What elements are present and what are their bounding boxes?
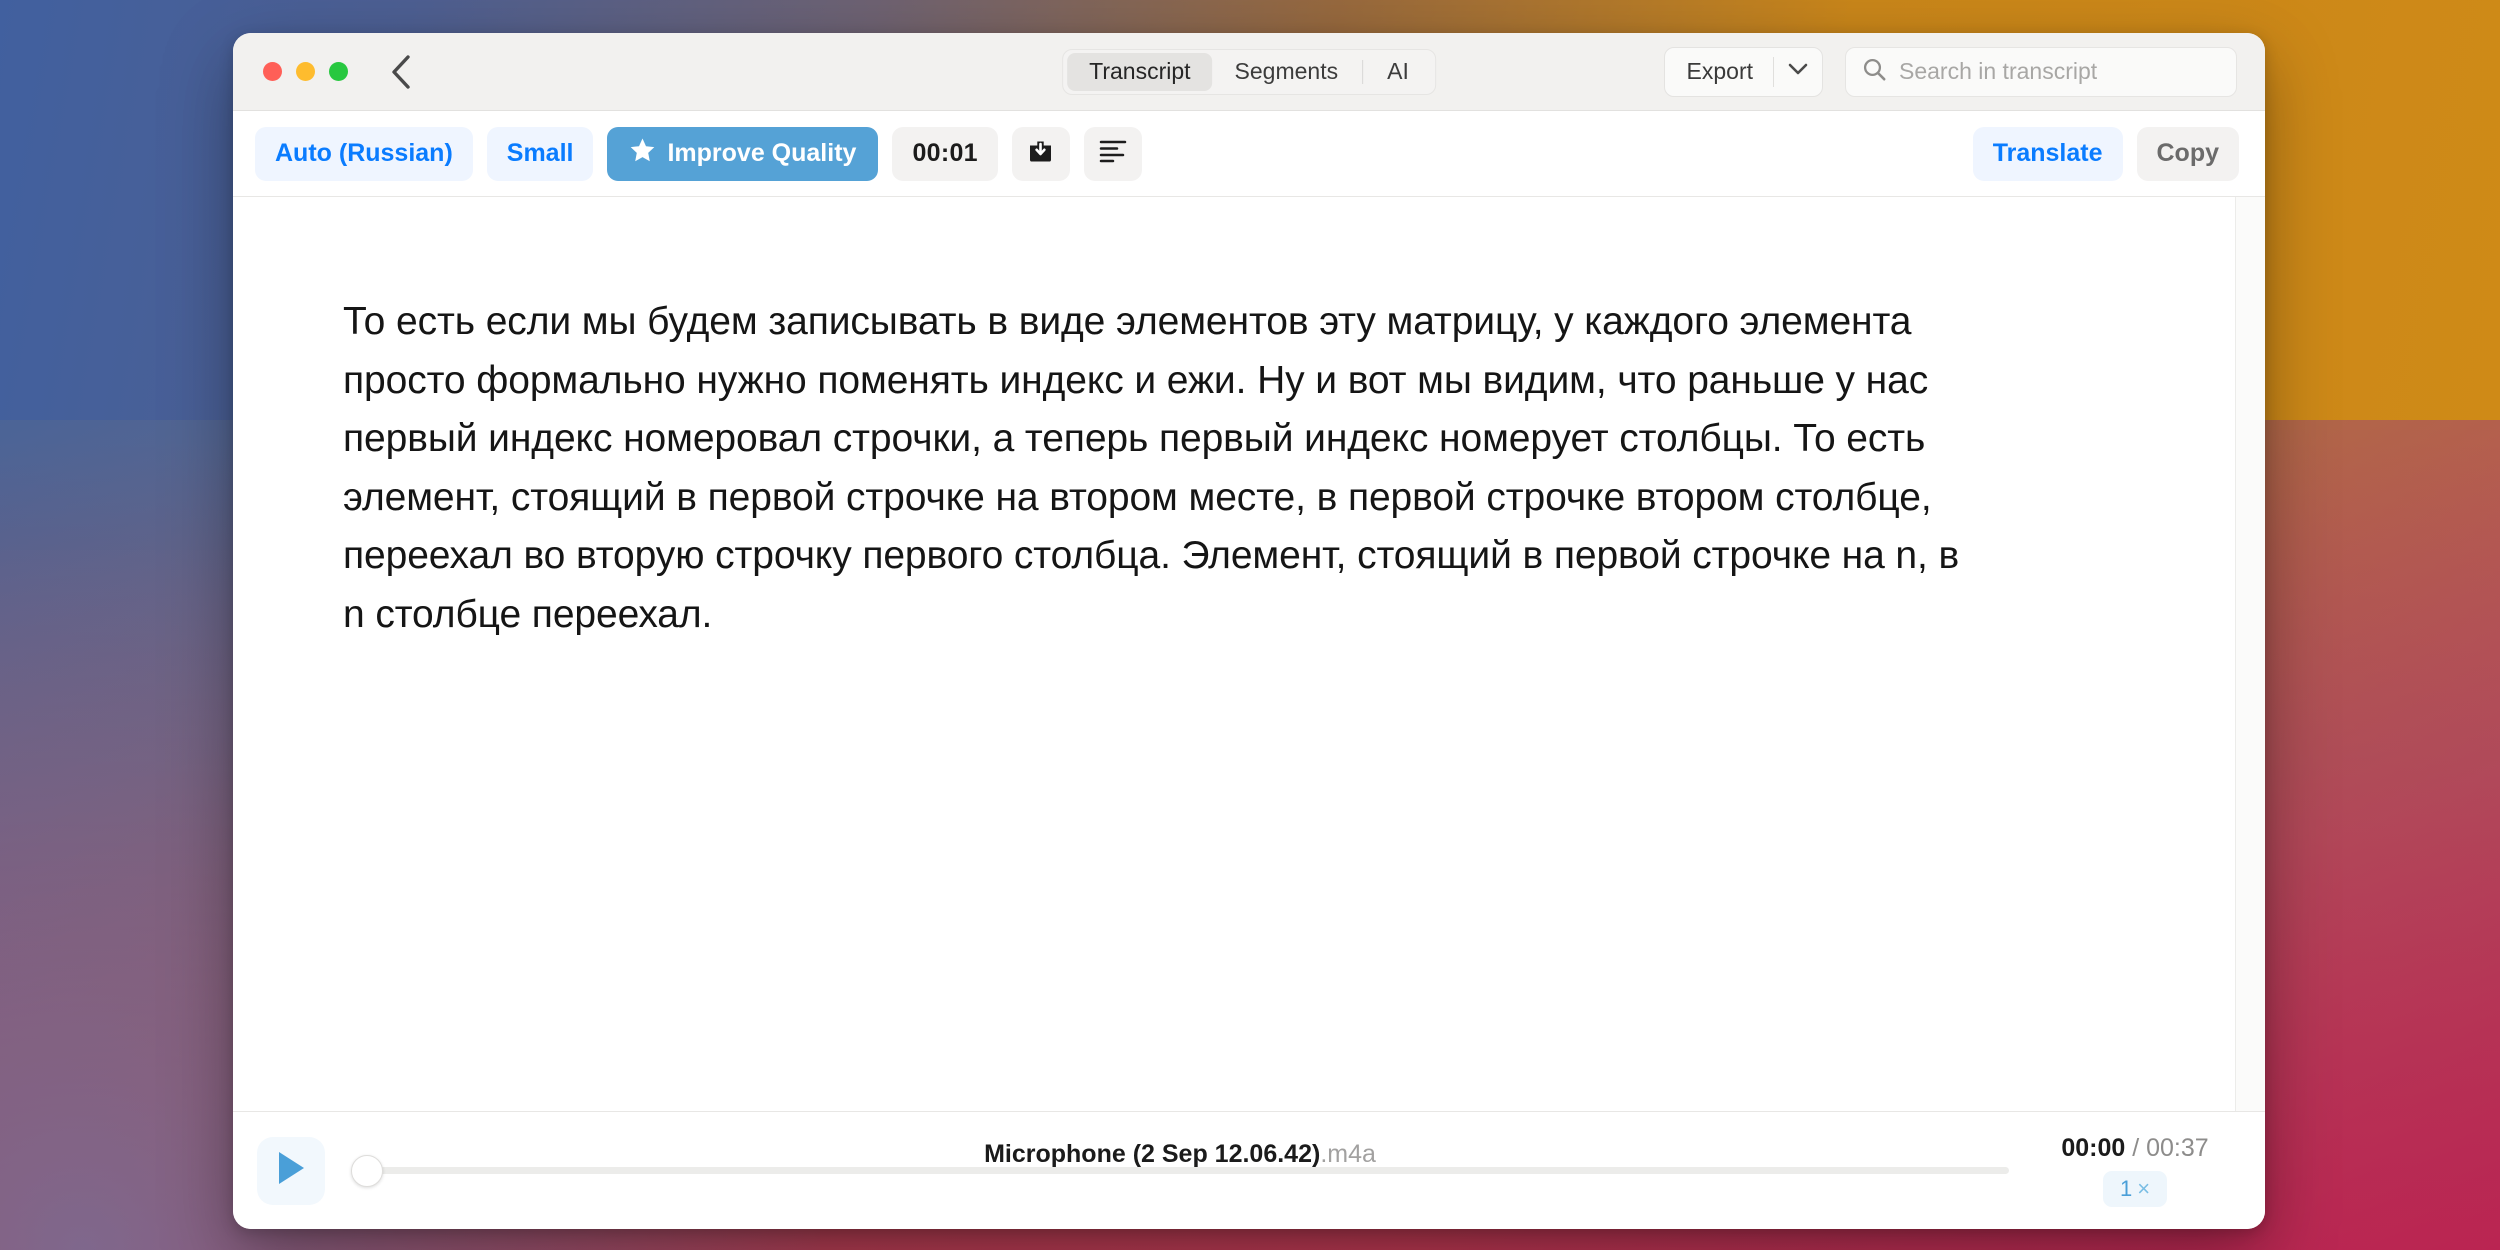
elapsed-time-badge: 00:01 bbox=[892, 126, 998, 181]
time-separator: / bbox=[2132, 1134, 2140, 1162]
transcript-scroll-region[interactable]: То есть если мы будем записывать в виде … bbox=[233, 197, 2235, 1111]
back-button[interactable] bbox=[384, 52, 418, 92]
search-icon bbox=[1862, 57, 1887, 87]
playback-speed-button[interactable]: 1 × bbox=[2102, 1171, 2168, 1207]
play-icon bbox=[274, 1149, 308, 1192]
model-size-button-label: Small bbox=[506, 139, 574, 167]
download-to-box-icon bbox=[1026, 137, 1055, 171]
player-time-block: 00:00 / 00:37 1 × bbox=[2031, 1134, 2239, 1207]
transcript-body-text[interactable]: То есть если мы будем записывать в виде … bbox=[343, 293, 1983, 644]
total-time: 00:37 bbox=[2146, 1134, 2209, 1162]
export-button-label: Export bbox=[1686, 58, 1753, 84]
tab-ai-label: AI bbox=[1387, 58, 1409, 84]
transcript-panel: То есть если мы будем записывать в виде … bbox=[233, 197, 2265, 1111]
desktop-background: Transcript Segments AI Export Search in … bbox=[0, 0, 2500, 1250]
toolbar-right-actions: Translate Copy bbox=[1972, 126, 2239, 181]
track-filename: Microphone (2 Sep 12.06.42).m4a bbox=[984, 1140, 1376, 1169]
tab-transcript-label: Transcript bbox=[1089, 58, 1191, 84]
track-filename-base: Microphone (2 Sep 12.06.42) bbox=[984, 1139, 1321, 1168]
tab-ai[interactable]: AI bbox=[1365, 53, 1431, 91]
segmented-control: Transcript Segments AI bbox=[1062, 48, 1436, 95]
transcript-toolbar: Auto (Russian) Small Improve Quality 00:… bbox=[233, 111, 2265, 197]
tab-transcript[interactable]: Transcript bbox=[1067, 52, 1213, 91]
text-format-button[interactable] bbox=[1083, 126, 1142, 181]
titlebar-right-tools: Export bbox=[1663, 46, 2237, 97]
tab-segments-label: Segments bbox=[1234, 58, 1339, 84]
improve-quality-button[interactable]: Improve Quality bbox=[607, 126, 879, 181]
search-field[interactable] bbox=[1845, 46, 2237, 97]
current-time: 00:00 bbox=[2061, 1134, 2126, 1162]
chevron-down-icon bbox=[1787, 62, 1809, 81]
language-button[interactable]: Auto (Russian) bbox=[255, 126, 473, 181]
elapsed-time-value: 00:01 bbox=[912, 139, 978, 167]
star-icon bbox=[629, 137, 656, 170]
save-transcript-button[interactable] bbox=[1011, 126, 1070, 181]
app-window: Transcript Segments AI Export Search in … bbox=[233, 33, 2265, 1229]
track-filename-extension: .m4a bbox=[1320, 1139, 1376, 1168]
maximize-window-button[interactable] bbox=[329, 62, 348, 81]
export-button[interactable]: Export bbox=[1665, 48, 1773, 96]
segmented-divider bbox=[1362, 59, 1364, 84]
export-split-button: Export bbox=[1663, 46, 1823, 97]
chevron-left-icon bbox=[390, 54, 412, 90]
playback-speed-unit: × bbox=[2137, 1176, 2151, 1201]
seek-track[interactable] bbox=[351, 1167, 2009, 1174]
copy-button-label: Copy bbox=[2156, 139, 2220, 167]
traffic-light-group bbox=[263, 62, 348, 81]
window-titlebar: Transcript Segments AI Export bbox=[233, 33, 2265, 111]
language-button-label: Auto (Russian) bbox=[275, 139, 453, 167]
copy-button[interactable]: Copy bbox=[2136, 126, 2239, 181]
minimize-window-button[interactable] bbox=[296, 62, 315, 81]
audio-player-bar: Microphone (2 Sep 12.06.42).m4a 00:00 / … bbox=[233, 1111, 2265, 1229]
seek-thumb[interactable] bbox=[351, 1154, 383, 1187]
seek-slider[interactable]: Microphone (2 Sep 12.06.42).m4a bbox=[351, 1137, 2009, 1205]
improve-quality-label: Improve Quality bbox=[667, 139, 857, 167]
export-dropdown-button[interactable] bbox=[1774, 48, 1822, 96]
search-input[interactable] bbox=[1899, 58, 2220, 85]
time-display: 00:00 / 00:37 bbox=[2061, 1134, 2208, 1163]
tab-segments[interactable]: Segments bbox=[1213, 53, 1361, 91]
text-align-left-icon bbox=[1098, 139, 1128, 168]
view-mode-switcher: Transcript Segments AI bbox=[1062, 48, 1436, 95]
translate-button-label: Translate bbox=[1992, 139, 2103, 167]
model-size-button[interactable]: Small bbox=[486, 126, 594, 181]
translate-button[interactable]: Translate bbox=[1972, 126, 2123, 181]
playback-speed-value: 1 bbox=[2119, 1176, 2133, 1201]
play-button[interactable] bbox=[257, 1136, 325, 1205]
close-window-button[interactable] bbox=[263, 62, 282, 81]
vertical-scrollbar[interactable] bbox=[2235, 197, 2265, 1111]
